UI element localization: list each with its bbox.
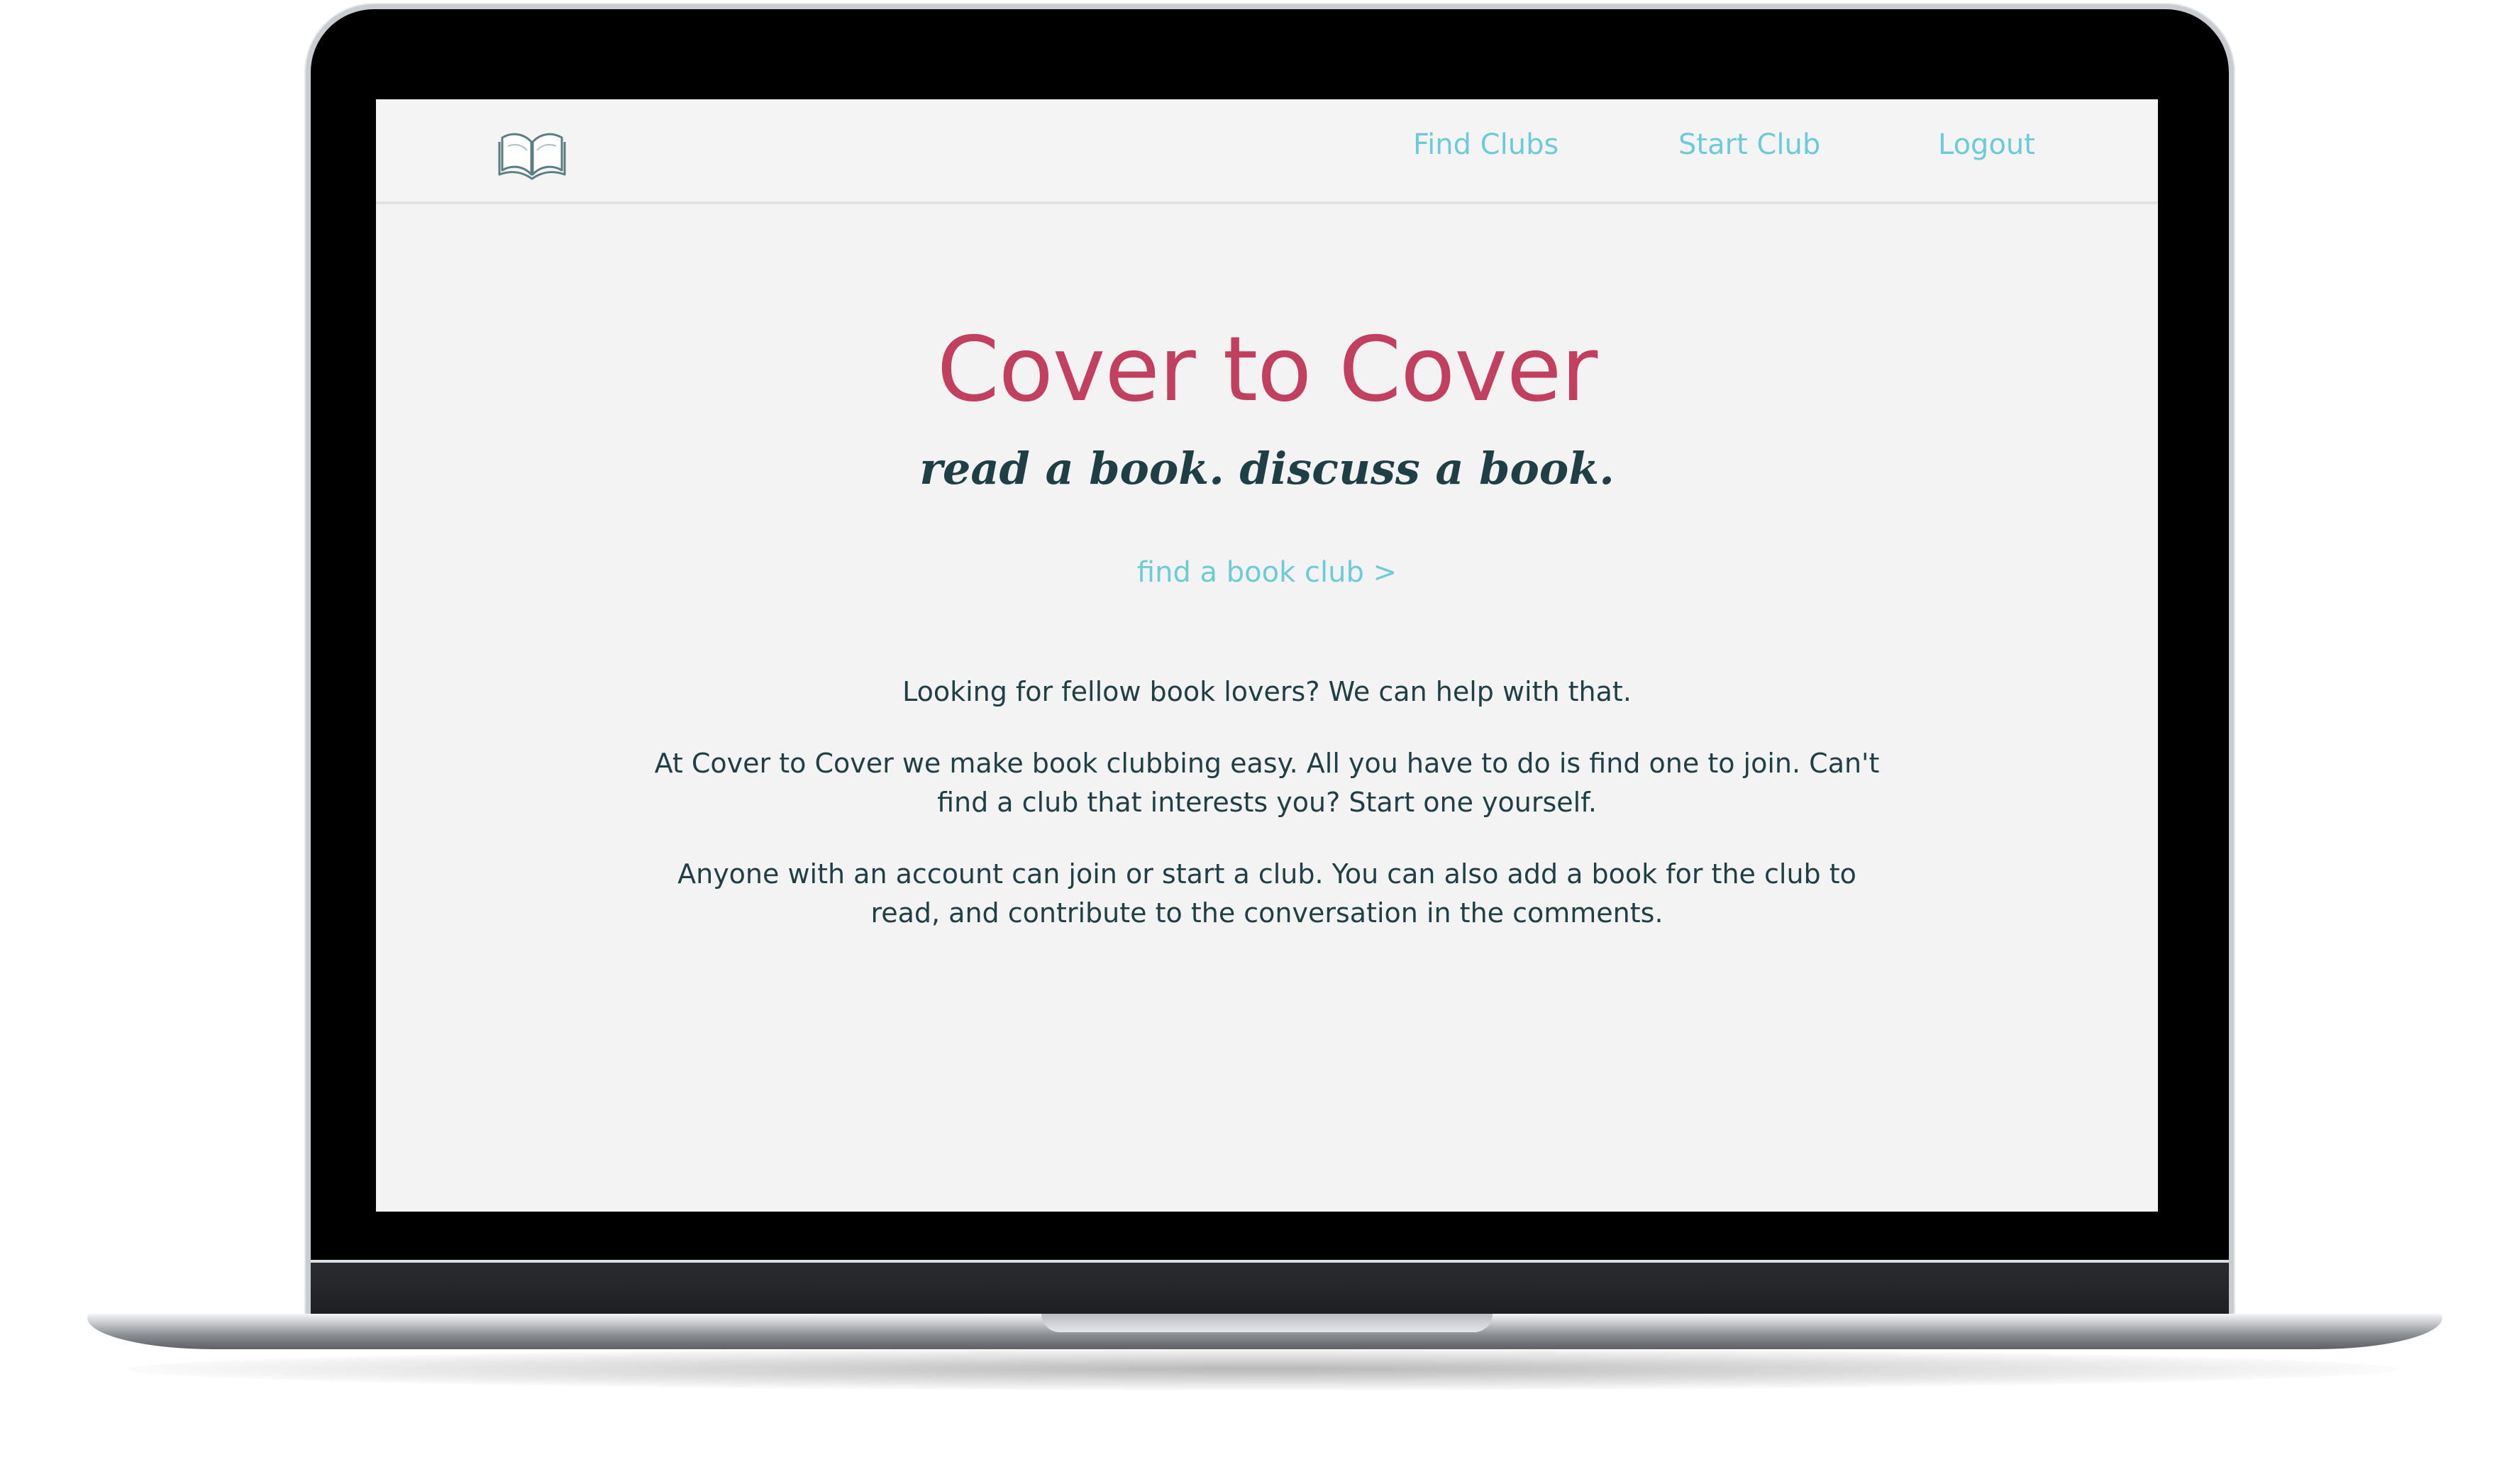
- intro-text: Looking for fellow book lovers? We can h…: [646, 672, 1888, 965]
- open-book-logo-graphic: [498, 133, 566, 180]
- intro-paragraph-2: At Cover to Cover we make book clubbing …: [654, 748, 1880, 818]
- intro-paragraph-3: Anyone with an account can join or start…: [677, 858, 1856, 929]
- site-navbar: Find Clubs Start Club Logout: [376, 99, 2158, 204]
- page-title: Cover to Cover: [936, 317, 1598, 421]
- find-book-club-link[interactable]: find a book club >: [376, 558, 2158, 587]
- intro-paragraph-1: Looking for fellow book lovers? We can h…: [902, 676, 1632, 707]
- open-book-icon[interactable]: [497, 125, 568, 182]
- nav-start-club-link[interactable]: Start Club: [1678, 131, 1820, 159]
- laptop-shadow: [128, 1348, 2398, 1390]
- nav-find-clubs-link[interactable]: Find Clubs: [1413, 131, 1559, 159]
- laptop-screen: Find Clubs Start Club Logout Cover to Co…: [376, 99, 2158, 1212]
- tagline: read a book. discuss a book.: [919, 443, 1615, 494]
- stage: Find Clubs Start Club Logout Cover to Co…: [0, 0, 2519, 1484]
- nav-logout-link[interactable]: Logout: [1938, 131, 2035, 159]
- laptop-notch: [1041, 1314, 1493, 1332]
